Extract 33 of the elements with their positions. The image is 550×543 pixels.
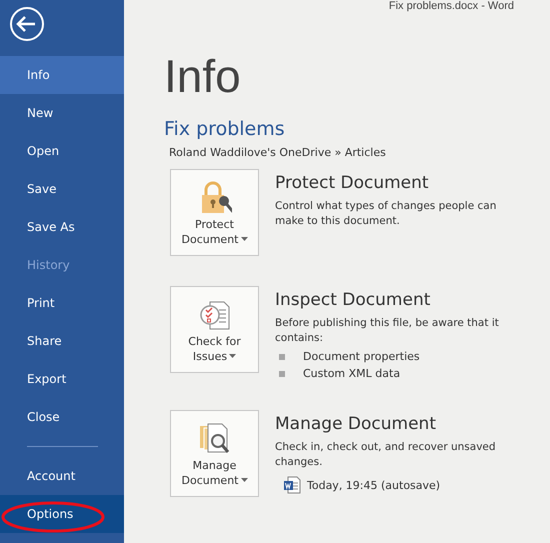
document-path: Roland Waddilove's OneDrive » Articles xyxy=(169,146,387,159)
page-heading: Info xyxy=(164,49,242,104)
sidebar-item[interactable]: Print xyxy=(0,284,124,322)
dropdown-button[interactable]: Protect Document xyxy=(170,169,259,256)
sidebar-item[interactable]: Save As xyxy=(0,208,124,246)
word-document-icon xyxy=(283,476,301,494)
section-description: Control what types of changes people can make to this document. xyxy=(275,199,498,229)
window-title: Fix problems.docx - Word xyxy=(388,0,514,12)
document-title: Fix problems xyxy=(164,118,286,140)
caret-icon xyxy=(240,478,248,482)
section-title: Inspect Document xyxy=(275,290,432,310)
sidebar-item[interactable]: New xyxy=(0,94,124,132)
sidebar-item[interactable]: Info xyxy=(0,56,124,94)
dropdown-button[interactable]: Manage Document xyxy=(170,410,259,497)
property-item: Custom XML data xyxy=(303,367,400,380)
sidebar-item[interactable]: Share xyxy=(0,322,124,360)
version-link[interactable]: Today, 19:45 (autosave) xyxy=(307,478,440,492)
caret-icon xyxy=(240,236,248,241)
section-title: Manage Document xyxy=(275,414,438,434)
sidebar-item[interactable]: Account xyxy=(0,457,124,495)
section-title: Protect Document xyxy=(275,173,430,193)
sidebar-item[interactable]: Open xyxy=(0,132,124,170)
sidebar-item[interactable]: Save xyxy=(0,170,124,208)
section-description: Check in, check out, and recover unsaved changes. xyxy=(275,440,497,470)
property-item: Document properties xyxy=(303,350,420,363)
bullet-icon xyxy=(279,370,285,376)
documents-magnifier-icon xyxy=(198,422,232,456)
caret-icon xyxy=(229,354,236,358)
sidebar-item[interactable]: Close xyxy=(0,398,124,436)
bullet-icon xyxy=(279,354,285,360)
section-description: Before publishing this file, be aware that it contains: xyxy=(275,316,500,346)
dropdown-button[interactable]: Check for Issues xyxy=(170,286,259,373)
sidebar-item[interactable]: Export xyxy=(0,360,124,398)
